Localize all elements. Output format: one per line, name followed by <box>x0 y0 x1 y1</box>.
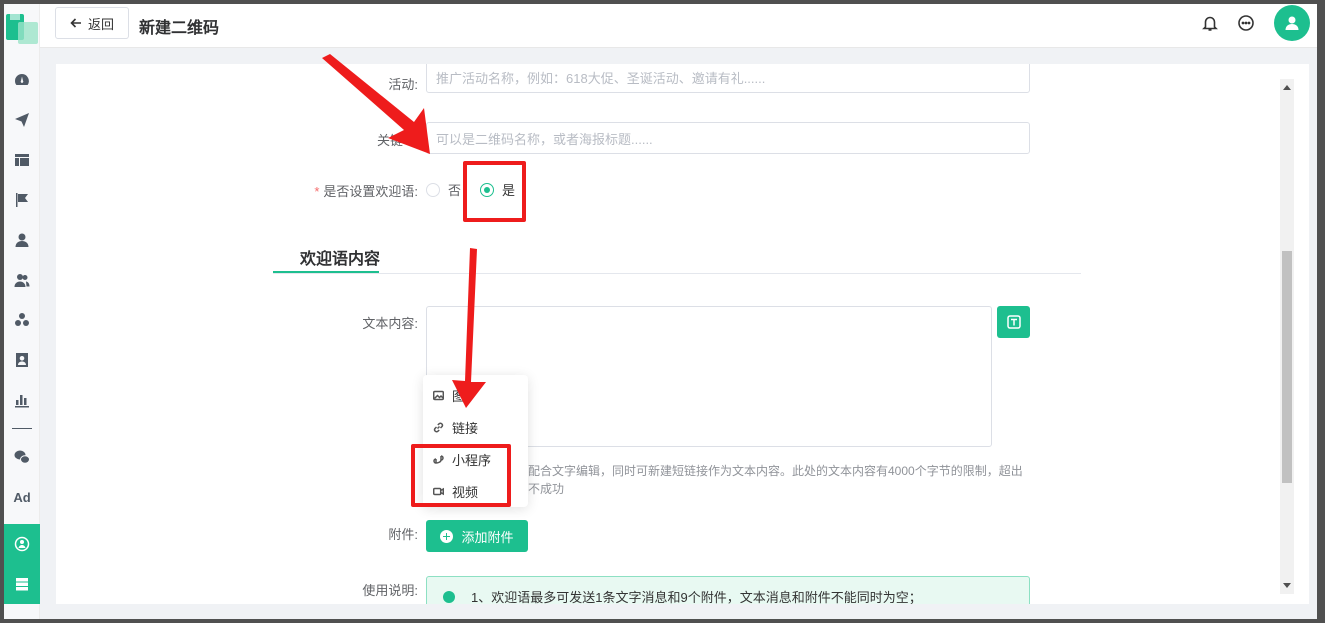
menu-item-image-label: 图 <box>452 388 466 404</box>
chat-icon[interactable] <box>1237 14 1257 34</box>
section-divider <box>273 273 1081 274</box>
sidebar-item-layout[interactable] <box>4 140 40 180</box>
usage-label: 使用说明: <box>362 583 418 598</box>
keyword-label: 关键 <box>376 133 403 148</box>
back-button-label: 返回 <box>87 16 114 32</box>
arrow-left-icon <box>70 18 81 28</box>
text-content-label: 文本内容: <box>362 316 418 331</box>
layout-icon <box>15 154 29 166</box>
sidebar-item-server[interactable] <box>4 564 40 604</box>
add-attachment-label: 添加附件 <box>461 529 514 545</box>
radio-no[interactable]: 否 <box>426 180 461 199</box>
activity-input[interactable]: 推广活动名称，例如：618大促、圣诞活动、邀请有礼...... <box>426 64 1030 93</box>
dashboard-icon <box>15 74 29 85</box>
back-button[interactable]: 返回 <box>55 7 129 39</box>
welcome-toggle-label: * 是否设置欢迎语: <box>314 184 418 199</box>
sidebar-item-qrcode-activity[interactable] <box>4 524 40 564</box>
scroll-up-arrow[interactable] <box>1283 85 1291 90</box>
menu-item-image[interactable]: 图 <box>423 379 528 411</box>
keyword-input[interactable]: 可以是二维码名称，或者海报标题...... <box>426 122 1030 154</box>
sidebar-item-flag[interactable] <box>4 180 40 220</box>
sidebar-item-user[interactable] <box>4 220 40 260</box>
top-header: 返回 新建二维码 <box>40 4 1317 48</box>
scroll-thumb[interactable] <box>1282 251 1292 483</box>
hint-line-1: 配合文字编辑，同时可新建短链接作为文本内容。此处的文本内容有4000个字节的限制… <box>528 464 1023 478</box>
bell-icon[interactable] <box>1201 14 1221 34</box>
group-icon <box>15 313 29 326</box>
scrollbar[interactable] <box>1280 79 1294 594</box>
add-attachment-button[interactable]: 添加附件 <box>426 520 528 552</box>
link-icon <box>433 422 444 432</box>
required-mark: * <box>314 184 320 199</box>
activity-label: 活动: <box>388 77 418 92</box>
bar-chart-icon <box>15 395 29 408</box>
scroll-down-arrow[interactable] <box>1283 583 1291 588</box>
contact-card-icon <box>16 353 28 367</box>
sidebar-item-wechat[interactable] <box>4 437 40 477</box>
form-card: 活动: 推广活动名称，例如：618大促、圣诞活动、邀请有礼...... 关键 可… <box>56 64 1309 604</box>
sidebar-item-send[interactable] <box>4 100 40 140</box>
plus-circle-icon <box>440 529 454 543</box>
sidebar-item-chart[interactable] <box>4 380 40 420</box>
user-icon <box>15 233 29 247</box>
sidebar: Ad <box>4 4 40 619</box>
qrcode-activity-icon <box>14 536 30 552</box>
info-dot-icon <box>443 591 455 603</box>
sidebar-item-ad[interactable]: Ad <box>4 477 40 517</box>
user-avatar-icon <box>1285 16 1299 30</box>
radio-no-label: 否 <box>448 183 462 198</box>
page-title: 新建二维码 <box>139 20 220 37</box>
send-icon <box>15 113 29 127</box>
sidebar-item-dashboard[interactable] <box>4 60 40 100</box>
flag-icon <box>16 193 28 207</box>
wechat-icon <box>14 450 30 464</box>
logo-icon <box>4 8 40 48</box>
annotation-box-menu <box>411 444 511 507</box>
sidebar-item-group[interactable] <box>4 300 40 340</box>
attachment-label: 附件: <box>388 527 418 542</box>
annotation-box-yes <box>463 161 526 222</box>
sidebar-item-contact[interactable] <box>4 340 40 380</box>
image-icon <box>433 390 444 400</box>
avatar[interactable] <box>1274 5 1310 41</box>
text-format-icon <box>1006 315 1021 329</box>
sidebar-item-users[interactable] <box>4 260 40 300</box>
menu-item-link-label: 链接 <box>452 420 479 436</box>
usage-notice-text: 1、欢迎语最多可发送1条文字消息和9个附件，文本消息和附件不能同时为空； <box>471 590 922 604</box>
text-format-button[interactable] <box>997 306 1030 338</box>
ad-icon: Ad <box>13 489 31 505</box>
sidebar-divider <box>12 428 32 429</box>
radio-no-circle <box>426 182 440 197</box>
server-icon <box>16 578 28 591</box>
hint-line-2: 不成功 <box>528 482 565 496</box>
app-frame: Ad 返回 新建二维码 活动: 推广活动名称，例如：618大促、圣诞活动、邀请有… <box>4 4 1317 619</box>
users-icon <box>14 274 30 287</box>
section-title[interactable]: 欢迎语内容 <box>300 245 380 269</box>
menu-item-link[interactable]: 链接 <box>423 411 528 443</box>
usage-notice: 1、欢迎语最多可发送1条文字消息和9个附件，文本消息和附件不能同时为空； <box>426 576 1030 604</box>
